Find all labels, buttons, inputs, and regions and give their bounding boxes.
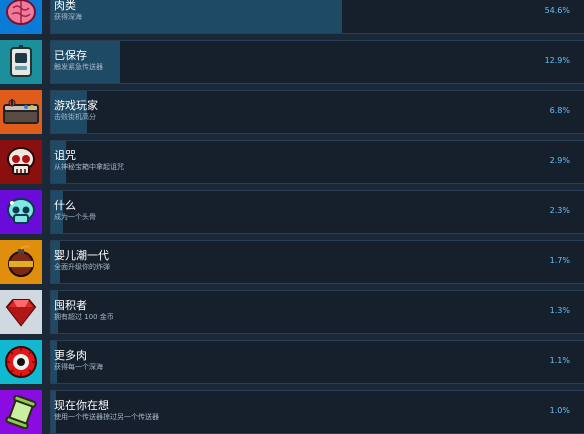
skull-icon — [0, 140, 42, 184]
ghost-skull-icon — [0, 190, 42, 234]
achievement-progress: 囤积者 拥有超过 100 金币 1.3% — [50, 290, 584, 334]
achievement-progress: 已保存 触发紧急传送器 12.9% — [50, 40, 584, 84]
arcade-cabinet-icon — [0, 90, 42, 134]
achievement-row-meat[interactable]: 肉类 获得深海 54.6% — [0, 0, 584, 34]
gem-icon — [0, 290, 42, 334]
unlock-percent: 6.8% — [549, 106, 570, 115]
achievement-name: 更多肉 — [54, 349, 87, 362]
achievement-progress: 游戏玩家 击败街机高分 6.8% — [50, 90, 584, 134]
unlock-percent: 2.3% — [549, 206, 570, 215]
eyeball-icon — [0, 340, 42, 384]
unlock-percent: 12.9% — [544, 56, 570, 65]
scroll-icon — [0, 390, 42, 434]
achievement-description: 击败街机高分 — [54, 113, 96, 121]
unlock-percent: 1.0% — [549, 406, 570, 415]
achievement-description: 从神秘宝箱中拿起诅咒 — [54, 163, 124, 171]
achievement-progress: 什么 成为一个头骨 2.3% — [50, 190, 584, 234]
achievement-description: 全面升级你的炸弹 — [54, 263, 110, 271]
unlock-percent: 54.6% — [544, 6, 570, 15]
achievement-name: 已保存 — [54, 49, 87, 62]
achievement-progress: 婴儿潮一代 全面升级你的炸弹 1.7% — [50, 240, 584, 284]
achievement-description: 成为一个头骨 — [54, 213, 96, 221]
unlock-rate-fill — [51, 0, 343, 33]
achievement-name: 肉类 — [54, 0, 76, 12]
achievement-progress: 现在你在想 使用一个传送器掠过另一个传送器 1.0% — [50, 390, 584, 434]
achievement-progress: 诅咒 从神秘宝箱中拿起诅咒 2.9% — [50, 140, 584, 184]
achievement-name: 囤积者 — [54, 299, 87, 312]
achievement-name: 什么 — [54, 199, 76, 212]
achievement-name: 游戏玩家 — [54, 99, 98, 112]
achievement-description: 使用一个传送器掠过另一个传送器 — [54, 413, 159, 421]
bomb-icon — [0, 240, 42, 284]
unlock-percent: 1.1% — [549, 356, 570, 365]
achievement-name: 婴儿潮一代 — [54, 249, 109, 262]
achievement-progress: 肉类 获得深海 54.6% — [50, 0, 584, 34]
unlock-percent: 2.9% — [549, 156, 570, 165]
achievement-row-hoarder[interactable]: 囤积者 拥有超过 100 金币 1.3% — [0, 290, 584, 334]
achievement-description: 获得深海 — [54, 13, 82, 21]
achievement-row-saved[interactable]: 已保存 触发紧急传送器 12.9% — [0, 40, 584, 84]
achievement-row-curse[interactable]: 诅咒 从神秘宝箱中拿起诅咒 2.9% — [0, 140, 584, 184]
unlock-percent: 1.3% — [549, 306, 570, 315]
achievement-description: 拥有超过 100 金币 — [54, 313, 114, 321]
achievement-list: 肉类 获得深海 54.6% 已保存 触发紧急传送器 12.9% 游戏玩家 击败街机高分 6.8%… — [0, 0, 584, 434]
achievement-row-what[interactable]: 什么 成为一个头骨 2.3% — [0, 190, 584, 234]
achievement-row-more_meat[interactable]: 更多肉 获得每一个深海 1.1% — [0, 340, 584, 384]
achievement-row-thinking[interactable]: 现在你在想 使用一个传送器掠过另一个传送器 1.0% — [0, 390, 584, 434]
achievement-row-gamer[interactable]: 游戏玩家 击败街机高分 6.8% — [0, 90, 584, 134]
unlock-percent: 1.7% — [549, 256, 570, 265]
brain-icon — [0, 0, 42, 34]
achievement-name: 现在你在想 — [54, 399, 109, 412]
achievement-description: 触发紧急传送器 — [54, 63, 103, 71]
achievement-progress: 更多肉 获得每一个深海 1.1% — [50, 340, 584, 384]
achievement-name: 诅咒 — [54, 149, 76, 162]
achievement-row-boomer[interactable]: 婴儿潮一代 全面升级你的炸弹 1.7% — [0, 240, 584, 284]
device-icon — [0, 40, 42, 84]
achievement-description: 获得每一个深海 — [54, 363, 103, 371]
